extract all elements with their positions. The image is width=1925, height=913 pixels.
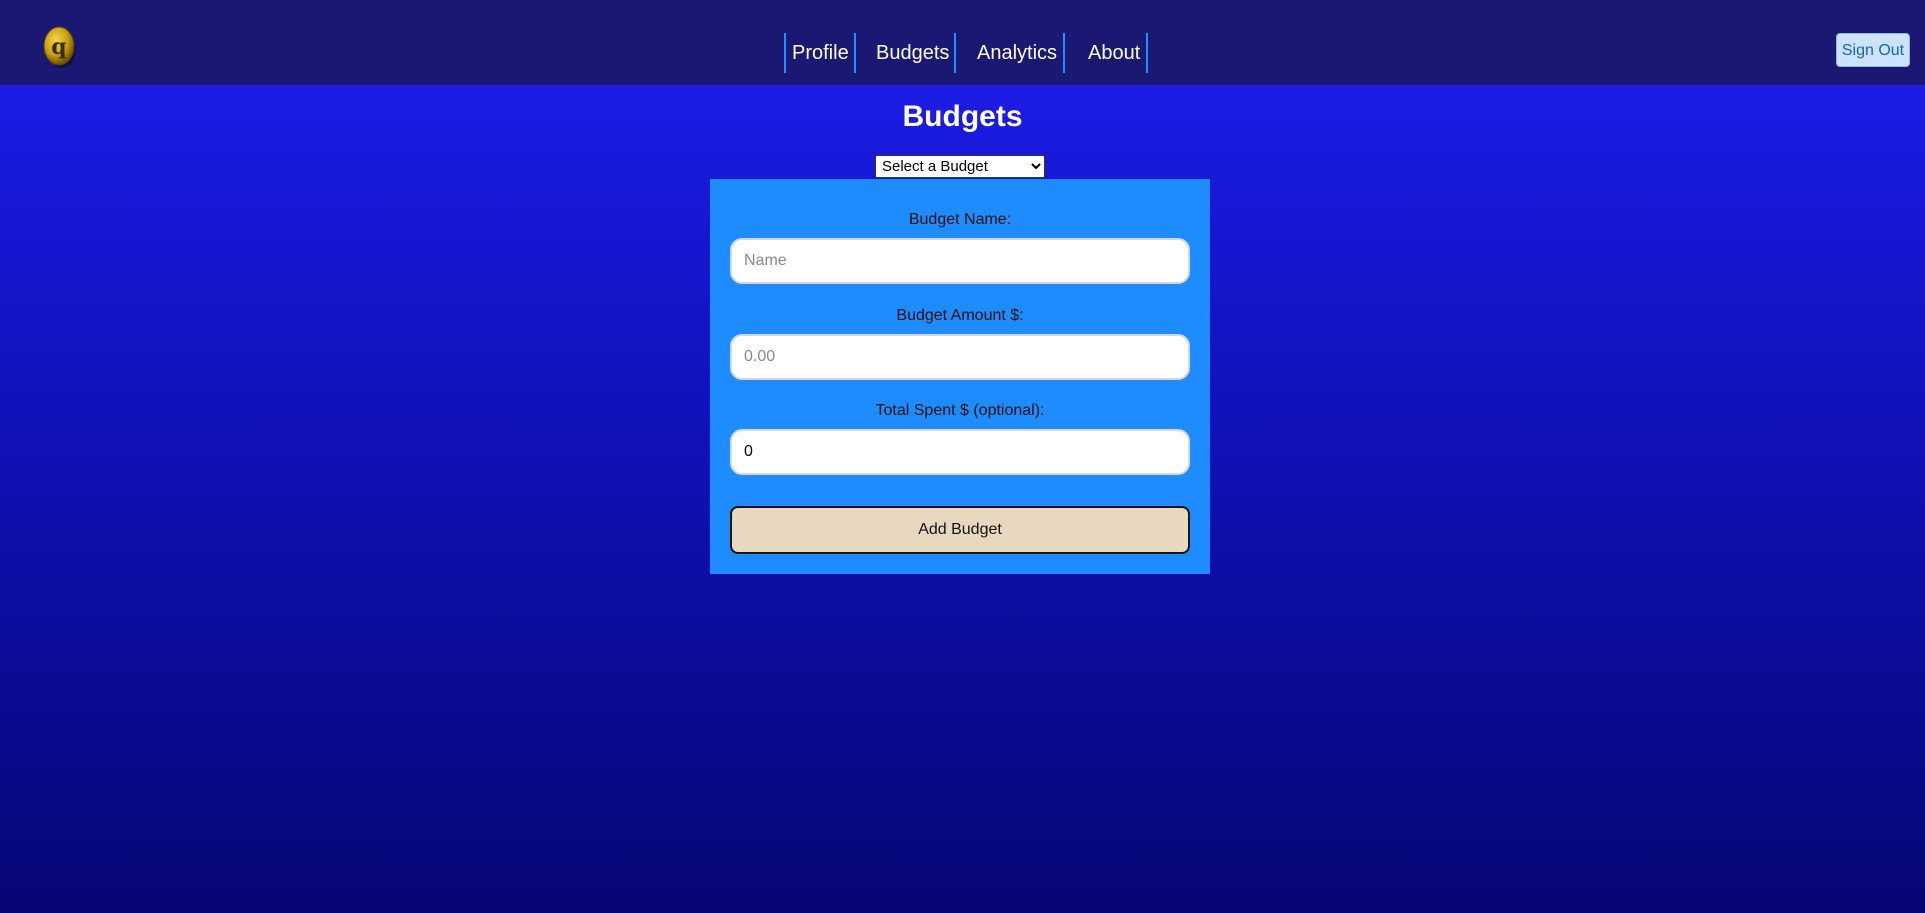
nav-analytics[interactable]: Analytics [956,33,1066,73]
budget-amount-input[interactable] [730,334,1190,380]
budget-name-label: Budget Name: [908,211,1012,228]
nav-budgets[interactable]: Budgets [856,33,956,73]
add-budget-button[interactable]: Add Budget [730,506,1190,554]
add-budget-form: Budget Name: Budget Amount $: Total Spen… [710,179,1210,574]
nav-profile[interactable]: Profile [786,33,856,73]
svg-text:q: q [51,34,66,60]
budget-name-input[interactable] [730,238,1190,284]
navbar: q Profile Budgets Analytics About Sign O… [0,0,1925,85]
budget-select[interactable]: Select a Budget [875,155,1045,178]
main-nav: Profile Budgets Analytics About [784,33,1149,73]
total-spent-label: Total Spent $ (optional): [875,402,1045,419]
total-spent-input[interactable] [730,429,1190,475]
nav-about[interactable]: About [1065,33,1149,73]
page-title: Budgets [902,100,1023,133]
budget-amount-label: Budget Amount $: [896,307,1024,324]
app-logo-icon[interactable]: q [41,24,77,72]
sign-out-button[interactable]: Sign Out [1836,33,1910,67]
